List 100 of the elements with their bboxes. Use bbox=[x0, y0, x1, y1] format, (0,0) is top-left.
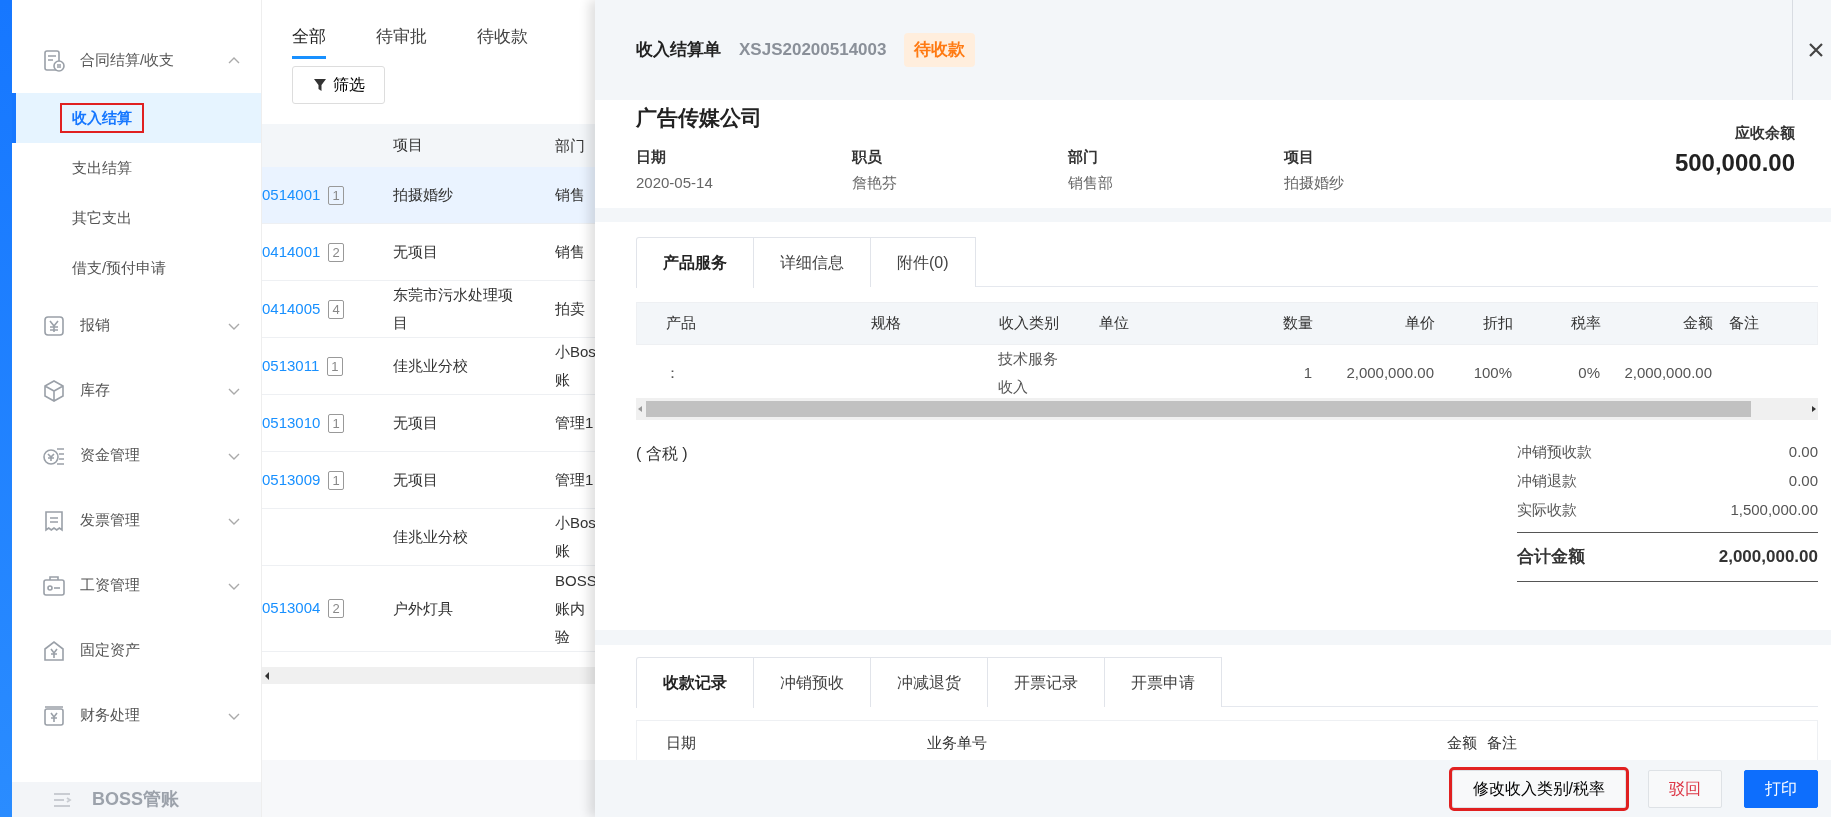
summary-value: 1,500,000.00 bbox=[1730, 500, 1818, 521]
table-cell-text: 无项目 bbox=[393, 413, 439, 433]
field-label: 项目 bbox=[1284, 146, 1315, 167]
column-header: 金额 bbox=[1447, 733, 1477, 751]
company-name: 广告传媒公司 bbox=[636, 105, 763, 131]
balance-amount: 500,000.00 bbox=[1674, 147, 1795, 178]
sidebar-subitem[interactable]: 支出结算 bbox=[12, 143, 261, 193]
count-badge: 1 bbox=[328, 413, 344, 433]
section-tab[interactable]: 冲销预收 bbox=[753, 657, 871, 707]
column-header: 部门 bbox=[555, 136, 585, 154]
column-header: 规格 bbox=[871, 314, 901, 332]
table-cell-text: 拍摄婚纱 bbox=[393, 185, 454, 205]
sidebar-item[interactable]: 报销 bbox=[12, 293, 261, 358]
sidebar-item[interactable]: 工资管理 bbox=[12, 553, 261, 618]
table-cell: 管理1 bbox=[555, 471, 594, 488]
yen-box-icon bbox=[42, 703, 66, 728]
table-cell-text: 无项目 bbox=[393, 242, 439, 262]
table-cell-text: 无项目 bbox=[393, 470, 439, 490]
section-tab[interactable]: 附件(0) bbox=[870, 237, 976, 287]
horizontal-scrollbar[interactable] bbox=[636, 398, 1818, 420]
filter-button[interactable]: 筛选 bbox=[292, 66, 385, 104]
table-cell: 拍卖 bbox=[555, 300, 585, 317]
section-tab[interactable]: 产品服务 bbox=[636, 237, 754, 288]
section-tab[interactable]: 开票申请 bbox=[1104, 657, 1222, 707]
table-cell: 销售 bbox=[555, 186, 585, 203]
column-header: 金额 bbox=[1683, 314, 1713, 332]
summary-label: 冲销退款 bbox=[1517, 471, 1577, 492]
column-header: 日期 bbox=[666, 733, 696, 751]
section-tab[interactable]: 冲减退货 bbox=[870, 657, 988, 707]
table-cell-text: 佳兆业分校 bbox=[393, 527, 469, 547]
sidebar-subitem[interactable]: 收入结算 bbox=[12, 93, 261, 143]
column-header: 单价 bbox=[1405, 314, 1435, 332]
scrollbar-thumb[interactable] bbox=[646, 401, 1751, 417]
sidebar-item[interactable]: 库存 bbox=[12, 358, 261, 423]
horizontal-scrollbar[interactable] bbox=[262, 667, 595, 684]
sidebar-item[interactable]: 资金管理 bbox=[12, 423, 261, 488]
section-tab[interactable]: 收款记录 bbox=[636, 657, 754, 708]
sidebar-subitem[interactable]: 借支/预付申请 bbox=[12, 243, 261, 293]
column-header: 产品 bbox=[666, 314, 696, 332]
table-cell: 2,000,000.00 bbox=[1346, 363, 1434, 381]
yen-icon bbox=[42, 313, 66, 338]
list-tab[interactable]: 全部 bbox=[292, 16, 326, 59]
receipt-icon bbox=[42, 508, 66, 533]
column-header: 备注 bbox=[1487, 733, 1517, 751]
column-header: 项目 bbox=[393, 136, 423, 154]
field-value: 詹艳芬 bbox=[852, 173, 898, 193]
sidebar-subitem[interactable]: 其它支出 bbox=[12, 193, 261, 243]
filter-icon bbox=[312, 78, 327, 92]
action-button[interactable]: 修改收入类别/税率 bbox=[1451, 769, 1626, 808]
table-cell-text: 佳兆业分校 bbox=[393, 356, 469, 376]
card-icon bbox=[42, 573, 66, 598]
sidebar-item[interactable]: 固定资产 bbox=[12, 618, 261, 683]
list-tab[interactable]: 待审批 bbox=[376, 16, 427, 59]
close-icon[interactable] bbox=[1807, 42, 1824, 58]
panel-title: 收入结算单 bbox=[636, 39, 721, 62]
summary-label: 实际收款 bbox=[1517, 500, 1577, 521]
status-badge: 待收款 bbox=[904, 33, 976, 67]
table-cell-text: 技术服务收入 bbox=[998, 349, 1059, 397]
field-label: 职员 bbox=[852, 146, 883, 167]
field-value: 销售部 bbox=[1068, 173, 1114, 193]
list-tab[interactable]: 待收款 bbox=[477, 16, 528, 59]
table-cell: 小Bos 账 bbox=[555, 514, 595, 559]
total-label: 合计金额 bbox=[1517, 546, 1585, 569]
table-cell-text: 东莞市污水处理项目 bbox=[393, 285, 514, 333]
column-header: 备注 bbox=[1729, 314, 1759, 332]
field-value: 2020-05-14 bbox=[636, 173, 714, 193]
summary-value: 0.00 bbox=[1788, 442, 1818, 463]
table-row[interactable]: 0514001 1 拍摄婚纱 销售 bbox=[262, 167, 595, 224]
count-badge: 2 bbox=[328, 599, 344, 618]
table-cell: 0% bbox=[1578, 363, 1600, 381]
table-cell: 1 bbox=[1303, 363, 1312, 381]
sidebar-item[interactable]: 合同结算/收支 bbox=[12, 28, 261, 93]
count-badge: 1 bbox=[328, 185, 344, 205]
column-header: 折扣 bbox=[1483, 314, 1513, 332]
summary-value: 0.00 bbox=[1788, 471, 1818, 492]
brand-name: BOSS管账 bbox=[92, 788, 179, 811]
column-header: 业务单号 bbox=[927, 733, 987, 751]
count-badge: 1 bbox=[327, 356, 343, 376]
column-header: 单位 bbox=[1099, 314, 1129, 332]
column-header: 数量 bbox=[1283, 314, 1313, 332]
table-cell: 管理1 bbox=[555, 414, 594, 431]
field-value: 拍摄婚纱 bbox=[1284, 173, 1345, 193]
section-tab[interactable]: 详细信息 bbox=[753, 237, 871, 287]
tax-note: ( 含税 ) bbox=[636, 444, 688, 464]
field-label: 日期 bbox=[636, 146, 667, 167]
sidebar-item[interactable]: 发票管理 bbox=[12, 488, 261, 553]
count-badge: 1 bbox=[328, 470, 344, 490]
balance-label: 应收余额 bbox=[1734, 123, 1795, 143]
count-badge: 4 bbox=[328, 299, 344, 319]
section-tab[interactable]: 开票记录 bbox=[987, 657, 1105, 707]
document-number: XSJS20200514003 bbox=[739, 39, 887, 62]
action-button[interactable]: 驳回 bbox=[1648, 769, 1722, 808]
house-icon bbox=[42, 638, 66, 663]
table-cell: 2,000,000.00 bbox=[1624, 363, 1712, 381]
action-button[interactable]: 打印 bbox=[1744, 769, 1818, 808]
column-header: 税率 bbox=[1571, 314, 1601, 332]
sidebar-item[interactable]: 财务处理 bbox=[12, 683, 261, 748]
field-label: 部门 bbox=[1068, 146, 1099, 167]
total-amount: 2,000,000.00 bbox=[1718, 546, 1818, 569]
column-header: 收入类别 bbox=[999, 314, 1059, 332]
